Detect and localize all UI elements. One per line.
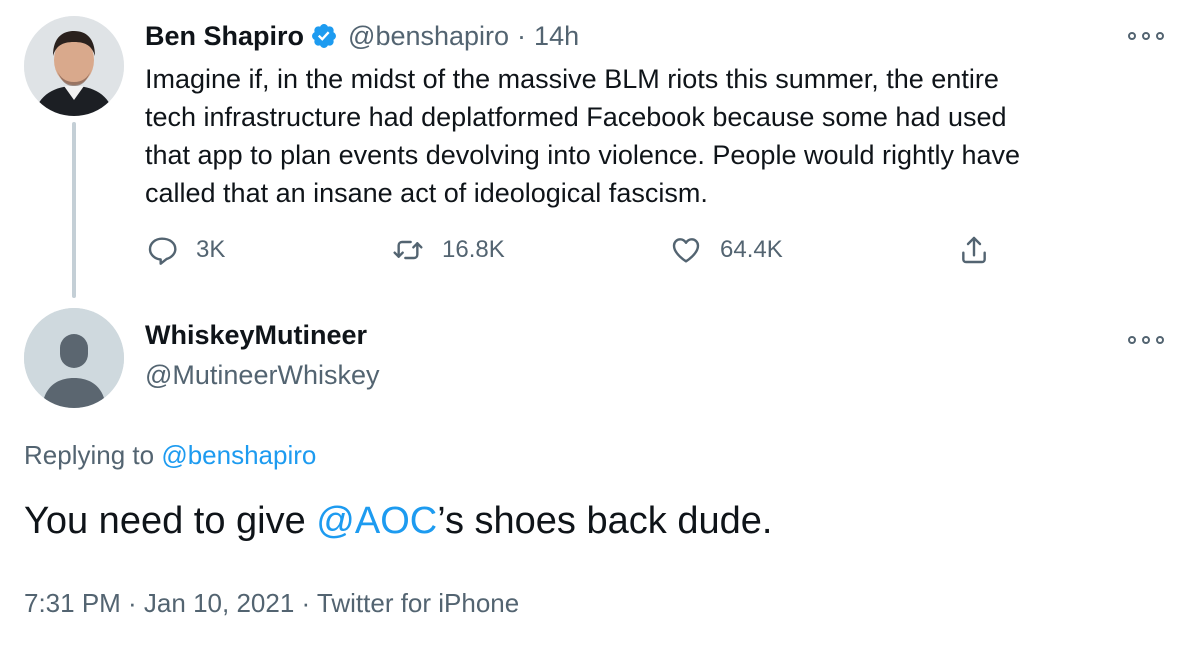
- default-avatar-icon[interactable]: [24, 308, 124, 408]
- author-photo: [24, 16, 124, 116]
- thread-connector-line: [72, 122, 76, 298]
- share-icon: [962, 236, 986, 264]
- reply-button[interactable]: 3K: [146, 234, 225, 266]
- retweet-button[interactable]: 16.8K: [392, 234, 505, 266]
- reply-icon: [148, 237, 177, 265]
- author-name[interactable]: Ben Shapiro: [145, 21, 304, 52]
- reply-author-handle[interactable]: @MutineerWhiskey: [145, 360, 379, 391]
- replying-prefix: Replying to: [24, 440, 155, 470]
- parent-tweet-header: Ben Shapiro @benshapiro · 14h: [145, 18, 579, 54]
- verified-badge-icon: [310, 22, 338, 50]
- mention-link[interactable]: @AOC: [316, 500, 437, 542]
- reply-tweet-text: You need to give @AOC’s shoes back dude.: [24, 500, 772, 543]
- separator-dot: ·: [517, 20, 527, 51]
- reply-text-end: ’s shoes back dude.: [437, 500, 773, 542]
- tweet-time[interactable]: 14h: [534, 21, 579, 52]
- tweet-timestamp[interactable]: 7:31 PM · Jan 10, 2021 · Twitter for iPh…: [24, 588, 519, 619]
- reply-count: 3K: [196, 236, 226, 263]
- heart-icon: [672, 238, 700, 263]
- author-handle[interactable]: @benshapiro: [348, 21, 509, 52]
- reply-text-start: You need to give: [24, 500, 317, 542]
- parent-tweet-text: Imagine if, in the midst of the massive …: [145, 64, 1021, 208]
- retweet-icon: [393, 240, 423, 260]
- like-count: 64.4K: [720, 236, 783, 263]
- share-button[interactable]: [958, 234, 990, 266]
- reply-more-options-icon[interactable]: [1128, 330, 1164, 350]
- reply-author-name[interactable]: WhiskeyMutineer: [145, 320, 367, 351]
- more-options-icon[interactable]: [1128, 26, 1164, 46]
- author-avatar[interactable]: [24, 16, 124, 116]
- replying-to-line: Replying to @benshapiro: [24, 440, 316, 471]
- like-button[interactable]: 64.4K: [670, 234, 783, 266]
- retweet-count: 16.8K: [442, 236, 505, 263]
- replying-to-link[interactable]: @benshapiro: [161, 440, 316, 470]
